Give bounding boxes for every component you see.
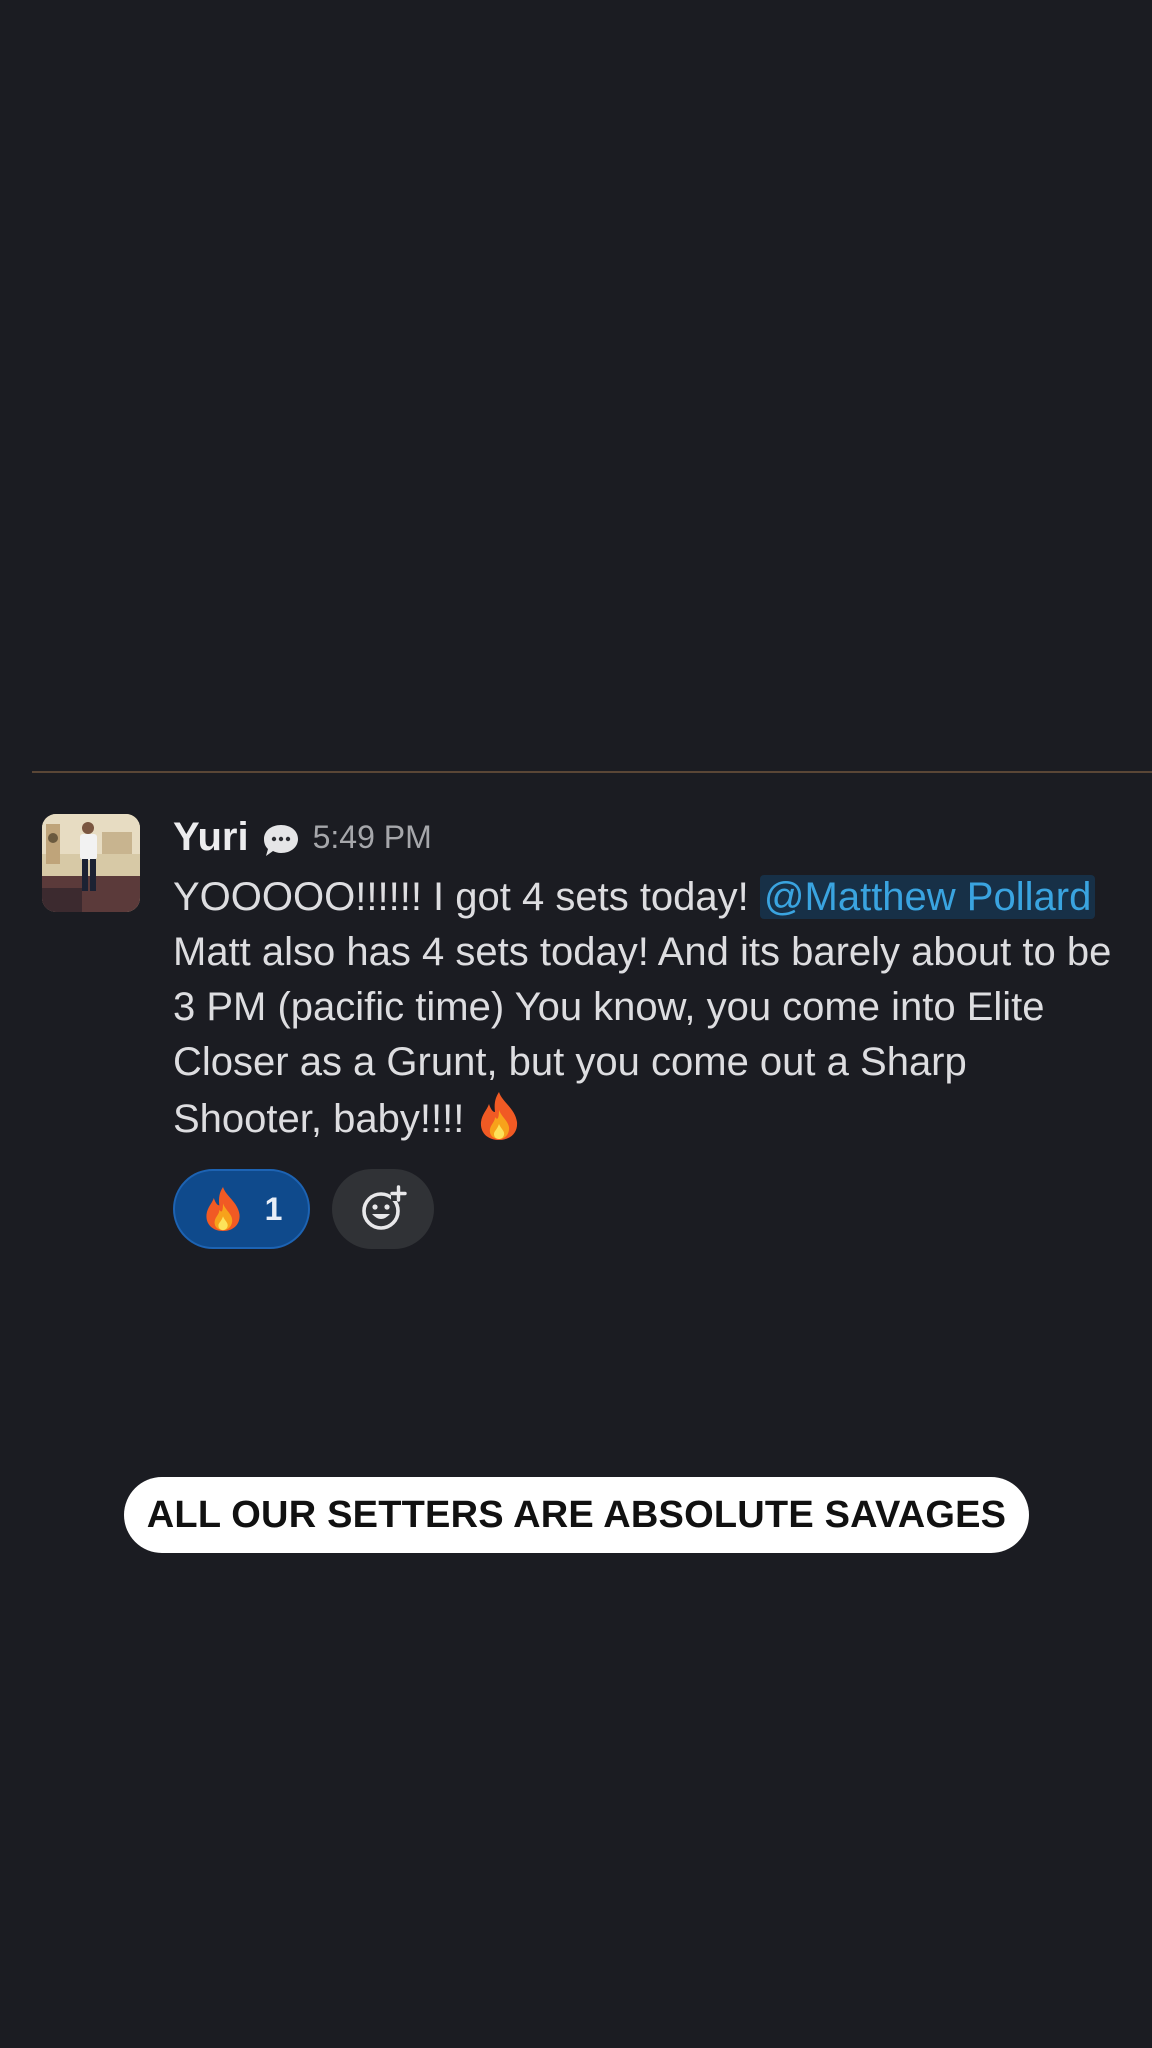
user-mention[interactable]: @Matthew Pollard: [759, 875, 1096, 919]
fire-icon: [201, 1184, 245, 1234]
add-emoji-icon: [362, 1185, 407, 1230]
message-text-part: Matt also has 4 sets today! And its bare…: [173, 930, 1112, 1141]
message-text: YOOOOO!!!!!! I got 4 sets today! @Matthe…: [173, 870, 1123, 1147]
timestamp[interactable]: 5:49 PM: [313, 819, 432, 856]
author-name[interactable]: Yuri: [173, 815, 249, 860]
reaction-fire[interactable]: 1: [173, 1169, 310, 1249]
message-header: Yuri 5:49 PM: [173, 810, 1123, 864]
new-messages-divider: [32, 771, 1152, 773]
avatar-image: [42, 814, 140, 912]
screen: Yuri 5:49 PM YOOOOO!!!!!! I got 4 sets t…: [0, 0, 1152, 2048]
fire-icon: [475, 1090, 523, 1142]
message-text-part: YOOOOO!!!!!! I got 4 sets today!: [173, 875, 760, 919]
reactions-bar: 1: [173, 1169, 434, 1249]
reaction-count: 1: [264, 1190, 283, 1227]
speech-bubble-icon: [261, 821, 301, 861]
message-body: Yuri 5:49 PM YOOOOO!!!!!! I got 4 sets t…: [173, 810, 1123, 1147]
story-caption: ALL OUR SETTERS ARE ABSOLUTE SAVAGES: [124, 1477, 1029, 1553]
avatar[interactable]: [42, 814, 140, 912]
add-reaction-button[interactable]: [332, 1169, 434, 1249]
